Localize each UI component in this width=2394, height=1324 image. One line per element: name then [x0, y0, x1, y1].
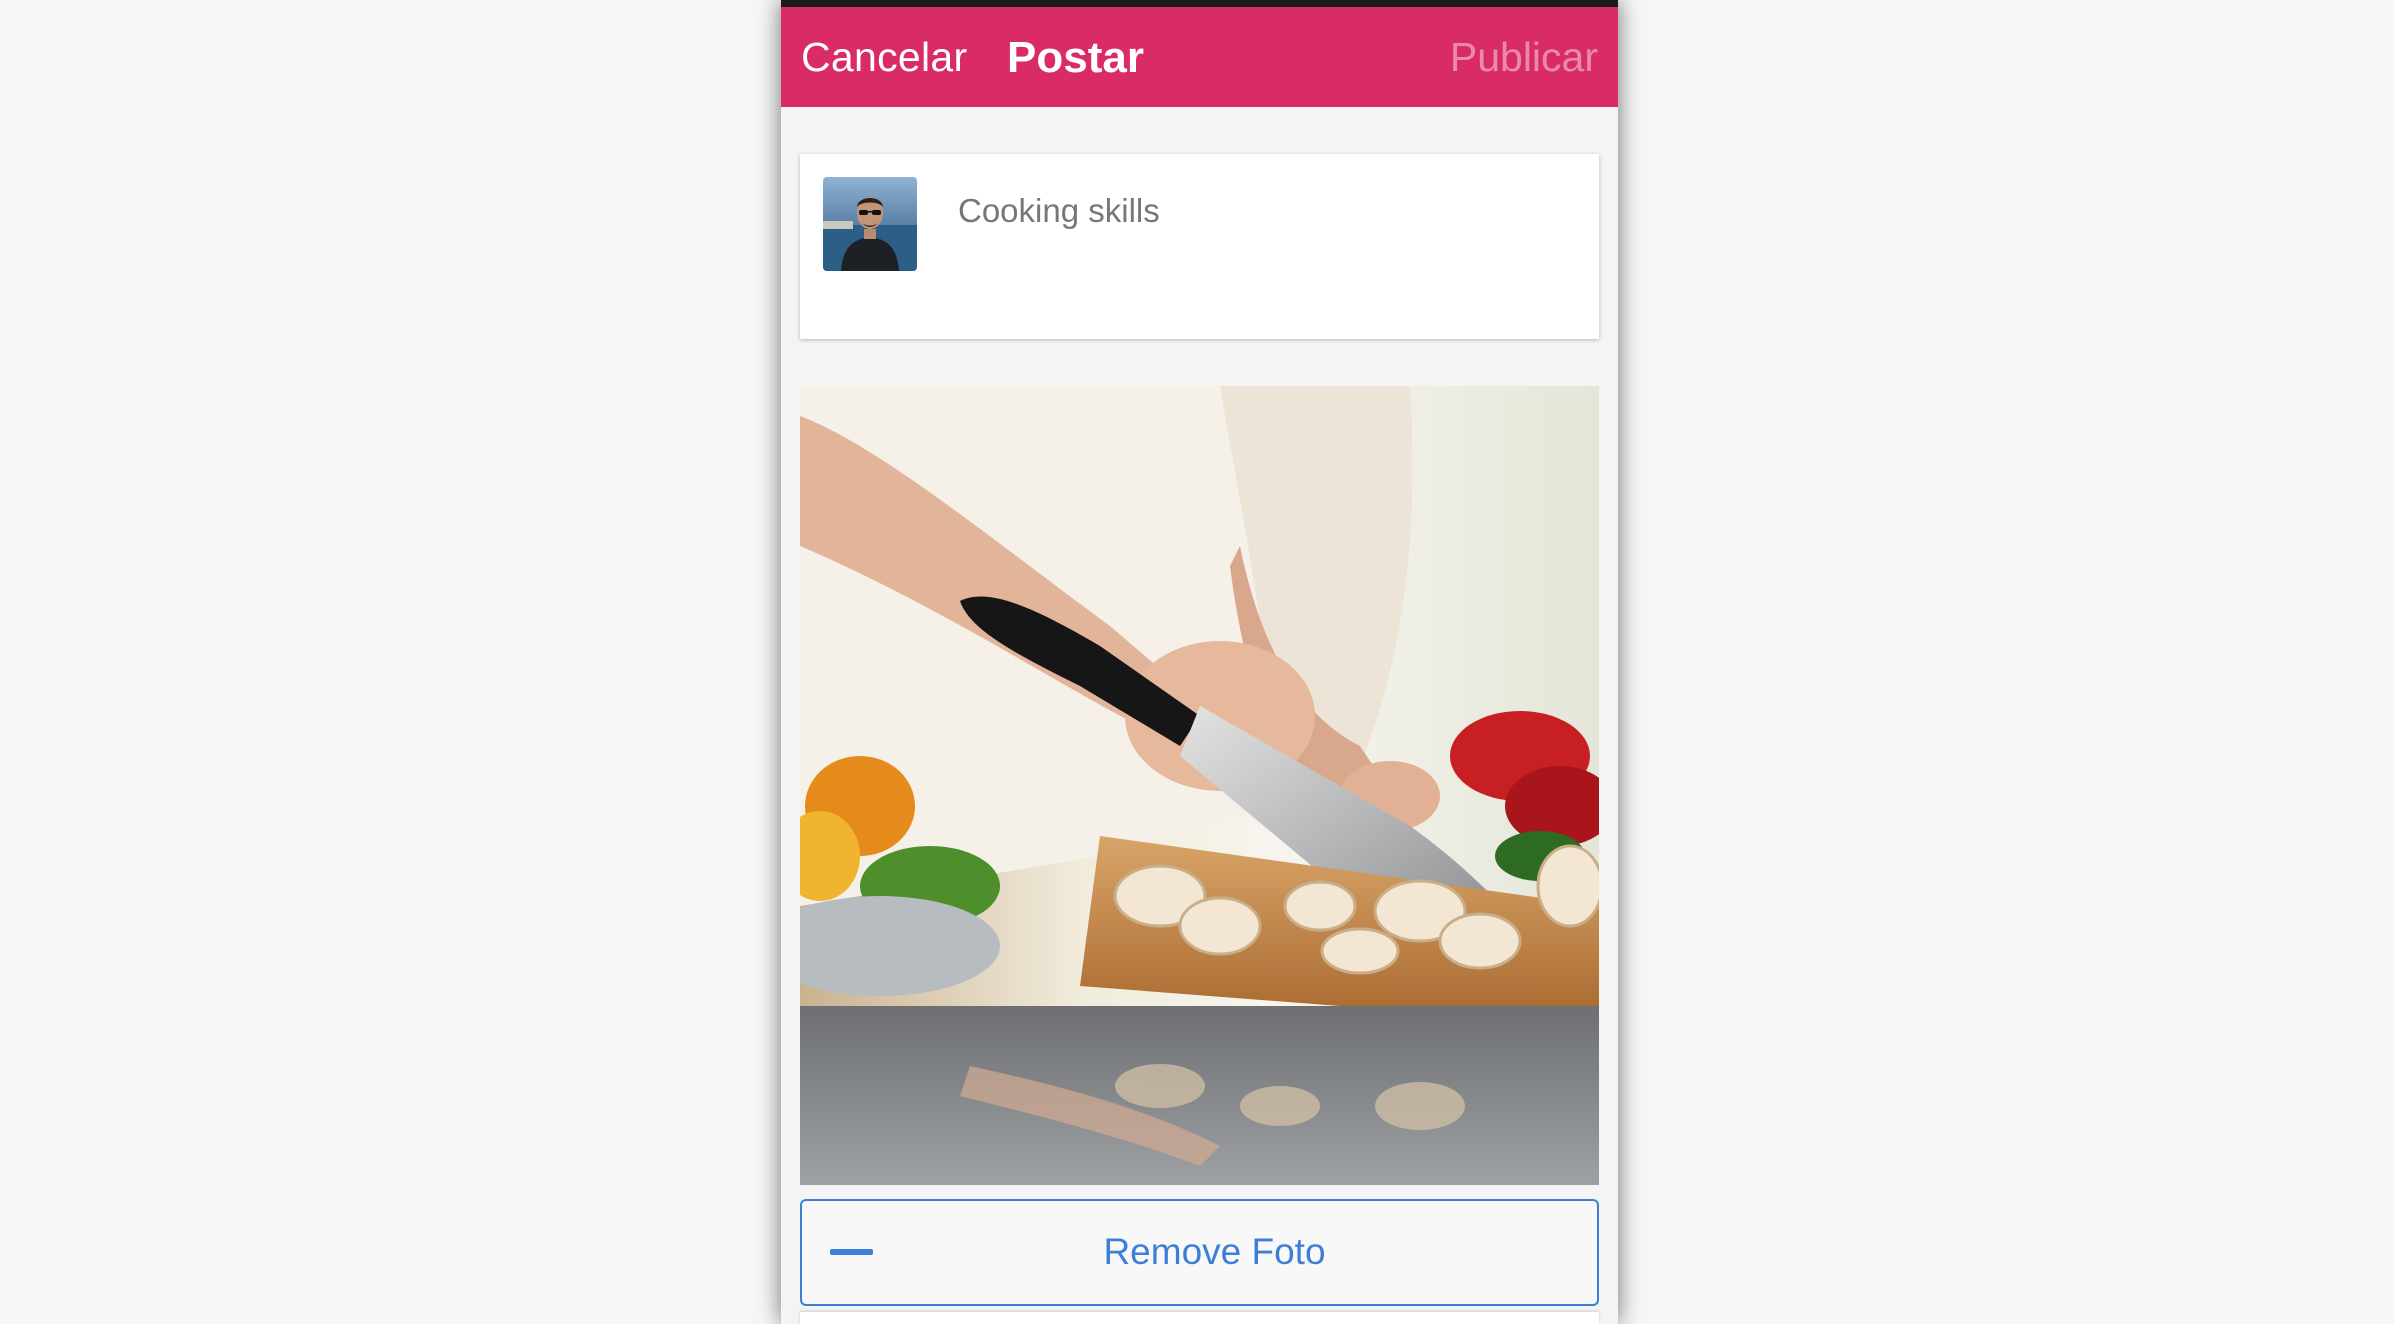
avatar	[823, 177, 917, 271]
status-bar	[781, 0, 1618, 7]
page-title: Postar	[1007, 33, 1144, 82]
remove-photo-label: Remove Foto	[1103, 1231, 1326, 1272]
next-card-edge	[800, 1312, 1599, 1324]
publish-button[interactable]: Publicar	[1450, 34, 1598, 81]
cooking-photo-image	[800, 386, 1599, 1185]
post-text-input[interactable]: Cooking skills	[958, 192, 1160, 230]
remove-photo-button[interactable]: Remove Foto	[800, 1199, 1599, 1306]
post-composer-card: Cooking skills	[800, 154, 1599, 339]
attached-photo	[800, 386, 1599, 1185]
cancel-button[interactable]: Cancelar	[801, 34, 967, 81]
user-avatar-icon	[823, 177, 917, 271]
app-bar: Cancelar Postar Publicar	[781, 7, 1618, 107]
phone-screen: Cancelar Postar Publicar Cooking skills …	[781, 0, 1618, 1324]
